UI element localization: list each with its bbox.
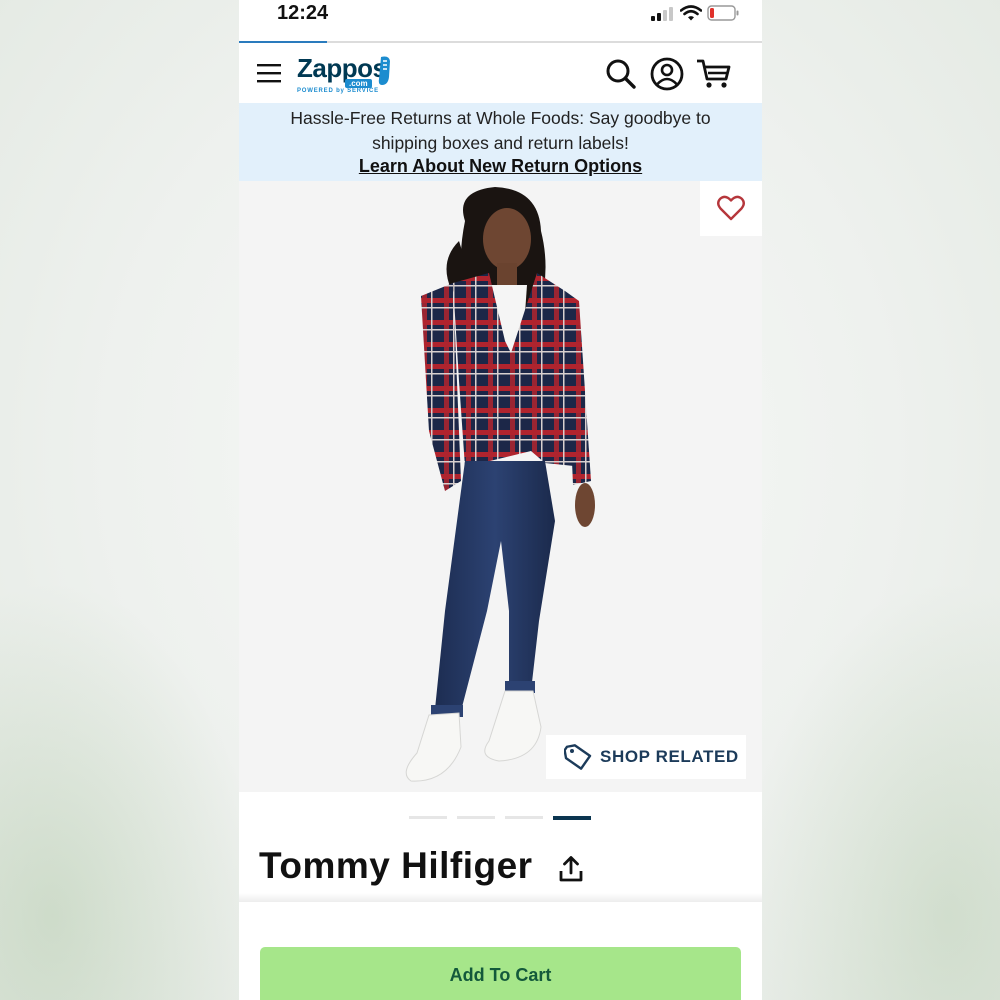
- carousel-indicator: [239, 816, 762, 822]
- zappos-logo[interactable]: Zappos .com POWERED by SERVICE: [297, 53, 397, 97]
- tag-icon: [564, 744, 592, 770]
- learn-return-options-link[interactable]: Learn About New Return Options: [239, 156, 762, 177]
- sticky-cta-bar: Add To Cart: [239, 902, 762, 1000]
- battery-icon: [707, 5, 739, 21]
- logo-com: .com: [345, 79, 372, 88]
- shop-related-label: SHOP RELATED: [600, 747, 739, 766]
- shop-related-button[interactable]: SHOP RELATED: [546, 735, 746, 779]
- background-tint-left: [0, 580, 260, 1000]
- heart-icon: [717, 195, 745, 221]
- carousel-dot-2[interactable]: [457, 816, 495, 819]
- menu-icon[interactable]: [257, 62, 281, 84]
- product-image-carousel[interactable]: SHOP RELATED: [239, 181, 762, 792]
- wifi-icon: [680, 5, 702, 21]
- promo-text: Hassle-Free Returns at Whole Foods: Say …: [290, 108, 711, 153]
- logo-shoe-icon: [378, 56, 390, 85]
- background-tint-right: [740, 580, 1000, 1000]
- logo-wordmark: Zappos: [297, 53, 387, 83]
- site-header: Zappos .com POWERED by SERVICE: [239, 43, 762, 104]
- status-bar: 12:24: [239, 0, 762, 42]
- carousel-dot-3[interactable]: [505, 816, 543, 819]
- carousel-dot-4[interactable]: [553, 816, 591, 820]
- logo-tagline: POWERED by SERVICE: [297, 88, 379, 94]
- add-to-cart-button[interactable]: Add To Cart: [260, 947, 741, 1000]
- phone-screen: 12:24 Zappos .com POWERED by SERVICE Has…: [239, 0, 762, 1000]
- account-icon[interactable]: [650, 57, 684, 91]
- brand-name[interactable]: Tommy Hilfiger: [259, 845, 533, 887]
- promo-banner: Hassle-Free Returns at Whole Foods: Say …: [239, 103, 762, 181]
- status-time: 12:24: [277, 2, 329, 24]
- signal-icon: [651, 7, 673, 21]
- cart-icon[interactable]: [696, 58, 732, 90]
- favorite-button[interactable]: [700, 181, 762, 236]
- product-photo: [405, 187, 595, 782]
- share-icon[interactable]: [558, 855, 584, 883]
- search-icon[interactable]: [605, 58, 637, 90]
- carousel-dot-1[interactable]: [409, 816, 447, 819]
